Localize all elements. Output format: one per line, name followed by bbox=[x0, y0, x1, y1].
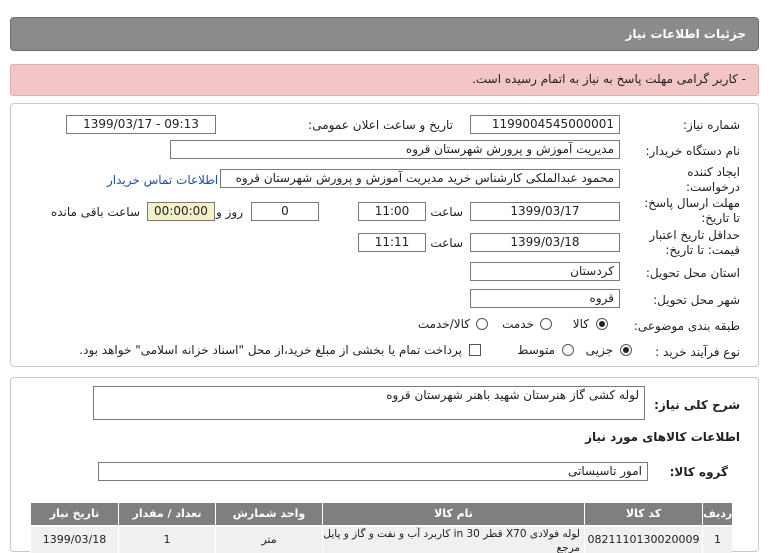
purchase-type-label: نوع فرآیند خرید : bbox=[655, 345, 740, 359]
announce-date-field[interactable]: 1399/03/17 - 09:13 bbox=[66, 115, 216, 134]
table-header-unit: واحد شمارش bbox=[215, 503, 322, 525]
validity-label-line2: قیمت: تا تاریخ: bbox=[665, 243, 740, 257]
deadline-label-line2: تا تاریخ: bbox=[701, 211, 740, 225]
creator-field[interactable]: محمود عبدالملکی کارشناس خرید مدیریت آموز… bbox=[220, 169, 620, 188]
table-cell-unit: متر bbox=[215, 527, 322, 553]
table-cell-row-number: 1 bbox=[702, 527, 732, 553]
announce-date-label: تاریخ و ساعت اعلان عمومی: bbox=[308, 118, 453, 132]
category-service-label: خدمت bbox=[502, 317, 534, 331]
remaining-time-label: ساعت باقی مانده bbox=[50, 205, 140, 219]
purchase-minor-radio[interactable] bbox=[620, 344, 632, 356]
buyer-contact-link[interactable]: اطلاعات تماس خریدار bbox=[107, 173, 218, 187]
table-cell-goods-name: لوله فولادی X70 قطر 30 in کاربرد آب و نف… bbox=[322, 527, 584, 553]
description-label: شرح کلی نیاز: bbox=[654, 398, 740, 412]
goods-info-title: اطلاعات کالاهای مورد نیاز bbox=[585, 430, 740, 444]
remaining-time-field[interactable]: 00:00:00 bbox=[147, 202, 215, 221]
table-cell-need-date: 1399/03/18 bbox=[30, 527, 118, 553]
table-header-goods-name: نام کالا bbox=[322, 503, 584, 525]
table-header-goods-code: کد کالا bbox=[584, 503, 702, 525]
city-label: شهر محل تحویل: bbox=[653, 293, 740, 307]
validity-label-line1: حداقل تاریخ اعتبار bbox=[649, 228, 740, 242]
deadline-time-field[interactable]: 11:00 bbox=[358, 202, 426, 221]
creator-label-line2: درخواست: bbox=[686, 180, 740, 194]
deadline-date-field[interactable]: 1399/03/17 bbox=[470, 202, 620, 221]
table-cell-quantity: 1 bbox=[118, 527, 215, 553]
goods-group-label: گروه کالا: bbox=[669, 465, 728, 479]
table-cell-goods-code: 0821110130020009 bbox=[584, 527, 702, 553]
deadline-expired-alert: - کاربر گرامی مهلت پاسخ به نیاز به اتمام… bbox=[10, 64, 759, 96]
alert-text: - کاربر گرامی مهلت پاسخ به نیاز به اتمام… bbox=[472, 72, 746, 86]
deadline-time-label: ساعت bbox=[430, 205, 463, 219]
category-goods-label: کالا bbox=[572, 317, 589, 331]
category-goods-service-label: کالا/خدمت bbox=[417, 317, 470, 331]
table-header-need-date: تاریخ نیاز bbox=[30, 503, 118, 525]
province-field[interactable]: کردستان bbox=[470, 262, 620, 281]
need-number-label: شماره نیاز: bbox=[683, 118, 740, 132]
purchase-medium-label: متوسط bbox=[517, 343, 555, 357]
days-label: روز و bbox=[216, 205, 243, 219]
category-goods-service-radio[interactable] bbox=[476, 318, 488, 330]
remaining-days-field[interactable]: 0 bbox=[251, 202, 319, 221]
table-header-row-number: ردیف bbox=[702, 503, 732, 525]
purchase-minor-label: جزیی bbox=[585, 343, 613, 357]
creator-label-line1: ایجاد کننده bbox=[687, 165, 740, 179]
description-field[interactable]: لوله کشی گاز هنرستان شهید باهنر شهرستان … bbox=[93, 386, 645, 420]
validity-time-label: ساعت bbox=[430, 236, 463, 250]
category-service-radio[interactable] bbox=[540, 318, 552, 330]
purchase-medium-radio[interactable] bbox=[562, 344, 574, 356]
validity-date-field[interactable]: 1399/03/18 bbox=[470, 233, 620, 252]
treasury-payment-note: پرداخت تمام یا بخشی از مبلغ خرید،از محل … bbox=[79, 343, 462, 357]
treasury-payment-checkbox[interactable] bbox=[469, 344, 481, 356]
buyer-org-field[interactable]: مدیریت آموزش و پرورش شهرستان قروه bbox=[170, 140, 620, 159]
city-field[interactable]: قروه bbox=[470, 289, 620, 308]
page-title: جزئیات اطلاعات نیاز bbox=[625, 27, 746, 41]
table-header-quantity: تعداد / مقدار bbox=[118, 503, 215, 525]
page-header: جزئیات اطلاعات نیاز bbox=[10, 17, 759, 51]
category-label: طبقه بندی موضوعی: bbox=[633, 319, 740, 333]
need-number-field[interactable]: 1199004545000001 bbox=[470, 115, 620, 134]
deadline-label-line1: مهلت ارسال پاسخ: bbox=[644, 196, 740, 210]
goods-group-field[interactable]: امور تاسیساتی bbox=[98, 462, 648, 481]
category-goods-radio[interactable] bbox=[596, 318, 608, 330]
validity-time-field[interactable]: 11:11 bbox=[358, 233, 426, 252]
buyer-org-label: نام دستگاه خریدار: bbox=[645, 144, 741, 158]
province-label: استان محل تحویل: bbox=[645, 266, 740, 280]
